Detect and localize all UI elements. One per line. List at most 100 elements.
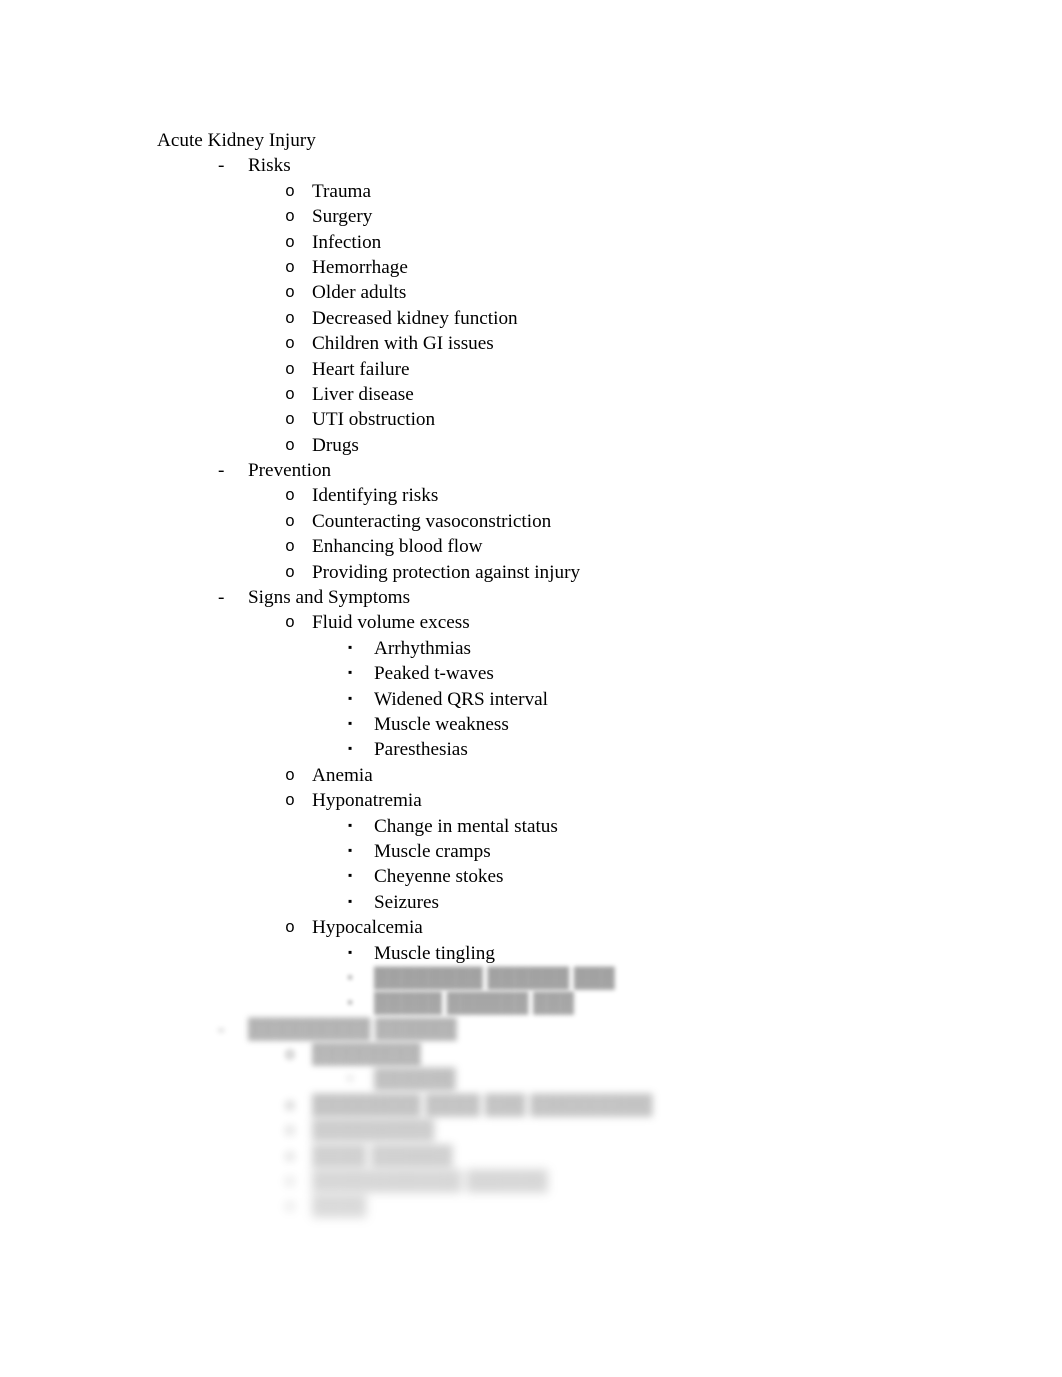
outline-item-label: Peaked t-waves xyxy=(374,663,494,685)
outline-item-label: Hemorrhage xyxy=(312,256,408,278)
outline-item-level-3: ▪ Muscle cramps xyxy=(0,839,1062,864)
list-marker-level-3: ▪ xyxy=(348,665,353,680)
list-marker-level-2: o xyxy=(285,359,295,379)
outline-item-label: Signs and Symptoms xyxy=(248,587,411,609)
list-marker-level-2: o xyxy=(285,1095,295,1115)
outline-item-level-3: ▪ Cheyenne stokes xyxy=(0,864,1062,889)
outline-item-label: UTI obstruction xyxy=(312,409,436,431)
outline-item-label: ████████ ████ ███ █████████ xyxy=(312,1094,653,1116)
list-marker-level-2: o xyxy=(285,308,295,328)
outline-item-label: Paresthesias xyxy=(374,739,468,761)
outline-item-label: Older adults xyxy=(312,282,407,304)
list-marker-level-2: o xyxy=(285,207,295,227)
list-marker-level-1: - xyxy=(218,460,225,482)
outline-item-label: Surgery xyxy=(312,206,373,228)
list-marker-level-2: o xyxy=(285,791,295,811)
obscured-outline-list: ▪ ████████ ██████ ███ ▪ █████ ██████ ███ - ██… xyxy=(0,966,1062,1220)
outline-item-label: Decreased kidney function xyxy=(312,307,518,329)
outline-item-level-2: o Identifying risks xyxy=(0,483,1062,508)
outline-item-label: Enhancing blood flow xyxy=(312,536,483,558)
outline-item-level-3: ▪ Widened QRS interval xyxy=(0,687,1062,712)
list-marker-level-3: ▪ xyxy=(348,690,353,705)
obscured-outline-item-level-2: o █████████ xyxy=(0,1118,1062,1143)
outline-item-label: Muscle cramps xyxy=(374,840,491,862)
outline-item-level-2: o Trauma xyxy=(0,179,1062,204)
outline-item-level-2: o Older adults xyxy=(0,280,1062,305)
list-marker-level-3: ▪ xyxy=(348,817,353,832)
outline-item-level-1: - Risks xyxy=(0,153,1062,178)
obscured-outline-item-level-2: o ███████████ ██████ xyxy=(0,1169,1062,1194)
list-marker-level-2: o xyxy=(285,1172,295,1192)
outline-item-label: █████████ ██████ xyxy=(248,1018,457,1040)
obscured-outline-item-level-2: o ████████ ████ ███ █████████ xyxy=(0,1093,1062,1118)
outline-item-label: Counteracting vasoconstriction xyxy=(312,510,552,532)
outline-item-level-3: ▪ Paresthesias xyxy=(0,737,1062,762)
outline-item-level-2: o Enhancing blood flow xyxy=(0,534,1062,559)
list-marker-level-2: o xyxy=(285,181,295,201)
outline-item-level-2: o Liver disease xyxy=(0,382,1062,407)
list-marker-level-2: o xyxy=(285,613,295,633)
outline-item-level-2: o Infection xyxy=(0,230,1062,255)
outline-item-label: ███████████ ██████ xyxy=(312,1171,548,1193)
outline-item-level-2: o Decreased kidney function xyxy=(0,306,1062,331)
list-marker-level-3: ▪ xyxy=(348,741,353,756)
list-marker-level-2: o xyxy=(285,384,295,404)
obscured-outline-item-level-3: ▪ ████████ ██████ ███ xyxy=(0,966,1062,991)
outline-item-label: Muscle weakness xyxy=(374,713,509,735)
list-marker-level-2: o xyxy=(285,1045,295,1065)
outline-item-level-3: ▪ Arrhythmias xyxy=(0,636,1062,661)
outline-item-label: Identifying risks xyxy=(312,485,439,507)
outline-item-label: ████ xyxy=(312,1196,367,1218)
outline-item-label: Prevention xyxy=(248,460,332,482)
outline-item-label: Heart failure xyxy=(312,358,410,380)
outline-item-level-2: o Providing protection against injury xyxy=(0,560,1062,585)
outline-item-level-2: o Fluid volume excess xyxy=(0,610,1062,635)
list-marker-level-2: o xyxy=(285,1121,295,1141)
outline-item-level-2: o Surgery xyxy=(0,204,1062,229)
outline-item-label: Anemia xyxy=(312,764,373,786)
outline-item-level-3: ▪ Seizures xyxy=(0,890,1062,915)
outline-item-label: █████ ██████ ███ xyxy=(374,993,574,1015)
list-marker-level-3: ▪ xyxy=(348,715,353,730)
document-page: Acute Kidney Injury - Risks o Trauma o Surger… xyxy=(0,0,1062,1377)
outline-item-level-2: o Counteracting vasoconstriction xyxy=(0,509,1062,534)
list-marker-level-2: o xyxy=(285,334,295,354)
list-marker-level-2: o xyxy=(285,537,295,557)
outline-item-label: ████████ ██████ ███ xyxy=(374,967,615,989)
outline-item-level-3: ▪ Muscle weakness xyxy=(0,712,1062,737)
outline-item-label: Cheyenne stokes xyxy=(374,866,504,888)
list-marker-level-3: ▪ xyxy=(348,995,353,1010)
outline-item-level-2: o Hyponatremia xyxy=(0,788,1062,813)
outline-item-label: Trauma xyxy=(312,180,371,202)
outline-item-level-3: ▪ Change in mental status xyxy=(0,814,1062,839)
list-marker-level-2: o xyxy=(285,486,295,506)
outline-item-level-2: o Anemia xyxy=(0,763,1062,788)
obscured-outline-item-level-2: o ████████ xyxy=(0,1042,1062,1067)
top-margin-spacer xyxy=(0,0,1062,128)
outline-item-label: Hypocalcemia xyxy=(312,917,423,939)
outline-item-label: Arrhythmias xyxy=(374,637,471,659)
outline-item-level-2: o Children with GI issues xyxy=(0,331,1062,356)
list-marker-level-2: o xyxy=(285,283,295,303)
outline-item-label: █████████ xyxy=(312,1120,435,1142)
outline-item-level-1: - Signs and Symptoms xyxy=(0,585,1062,610)
list-marker-level-2: o xyxy=(285,765,295,785)
outline-item-label: Muscle tingling xyxy=(374,942,495,964)
list-marker-level-1: - xyxy=(218,1018,225,1040)
outline-item-label: ██████ xyxy=(374,1069,456,1091)
outline-item-label: Hyponatremia xyxy=(312,790,422,812)
outline-item-level-2: o UTI obstruction xyxy=(0,407,1062,432)
obscured-outline-item-level-3: ▪ █████ ██████ ███ xyxy=(0,991,1062,1016)
page-title: Acute Kidney Injury xyxy=(157,130,316,151)
outline-item-label: Change in mental status xyxy=(374,815,558,837)
obscured-outline-item-level-3: ▪ ██████ xyxy=(0,1067,1062,1092)
outline-item-label: Fluid volume excess xyxy=(312,612,470,634)
outline-item-label: ████ ██████ xyxy=(312,1145,453,1167)
list-marker-level-2: o xyxy=(285,562,295,582)
outline-item-level-3: ▪ Muscle tingling xyxy=(0,941,1062,966)
outline-item-label: Widened QRS interval xyxy=(374,688,549,710)
outline-item-level-2: o Drugs xyxy=(0,433,1062,458)
list-marker-level-2: o xyxy=(285,1146,295,1166)
obscured-outline-item-level-2: o ████ ██████ xyxy=(0,1144,1062,1169)
outline-item-label: Providing protection against injury xyxy=(312,561,581,583)
